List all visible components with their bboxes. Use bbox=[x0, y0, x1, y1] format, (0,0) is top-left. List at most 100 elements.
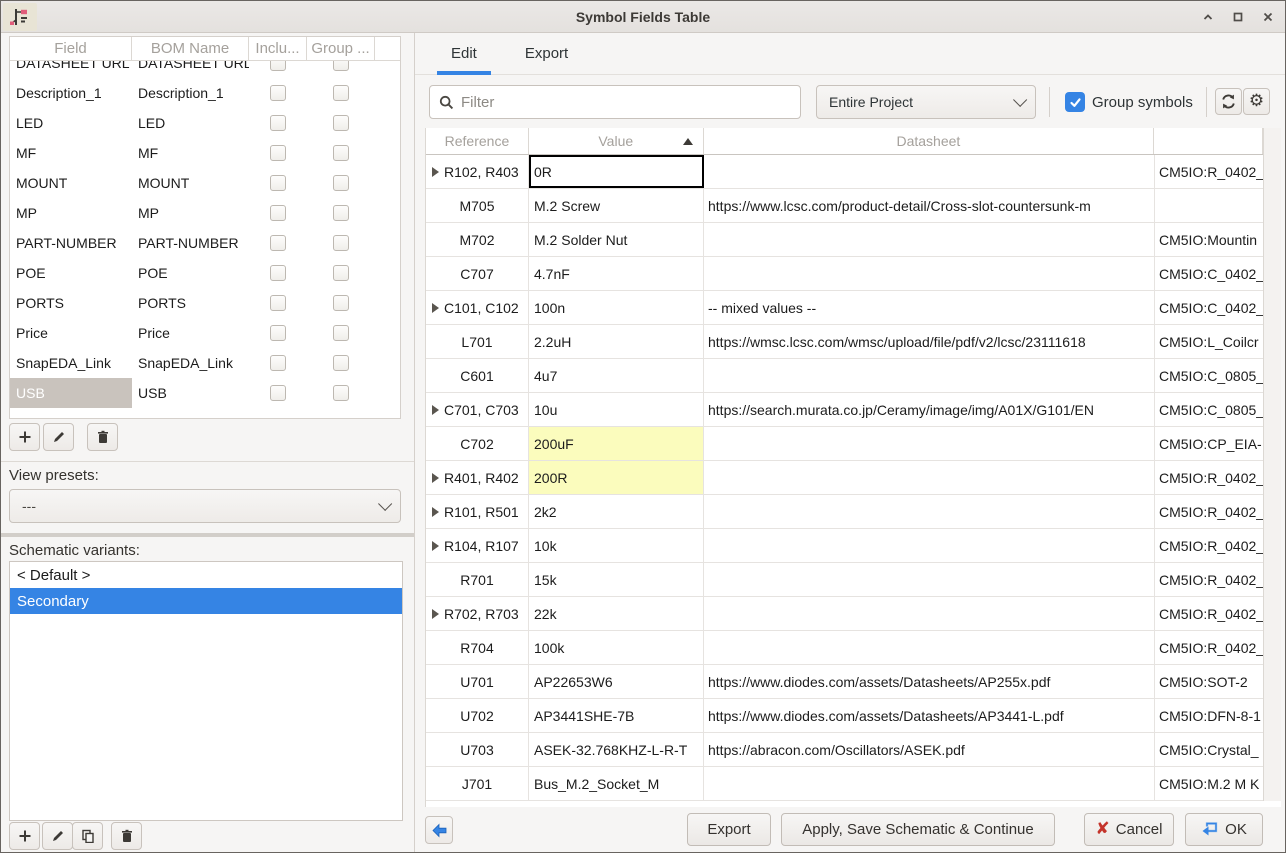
footprint-cell[interactable]: CM5IO:R_0402_ bbox=[1155, 597, 1264, 630]
include-checkbox[interactable] bbox=[270, 265, 286, 281]
group-by-checkbox[interactable] bbox=[333, 235, 349, 251]
scope-select[interactable]: Entire Project bbox=[816, 85, 1036, 119]
include-checkbox[interactable] bbox=[270, 115, 286, 131]
value-cell[interactable]: 4u7 bbox=[529, 359, 704, 392]
bom-name-cell[interactable]: SnapEDA_Link bbox=[132, 348, 249, 378]
symbol-row[interactable]: R704100kCM5IO:R_0402_ bbox=[426, 631, 1281, 665]
field-row[interactable]: MFMF bbox=[10, 138, 400, 168]
include-checkbox[interactable] bbox=[270, 85, 286, 101]
symbol-row[interactable]: R104, R10710kCM5IO:R_0402_ bbox=[426, 529, 1281, 563]
footprint-cell[interactable]: CM5IO:R_0402_ bbox=[1155, 631, 1264, 664]
field-name-cell[interactable]: SnapEDA_Link bbox=[10, 348, 132, 378]
minimize-icon[interactable] bbox=[1197, 6, 1219, 28]
footprint-cell[interactable]: CM5IO:L_Coilcr bbox=[1155, 325, 1264, 358]
field-row[interactable]: DATASHEET URLDATASHEET URL bbox=[10, 61, 400, 78]
bom-name-cell[interactable]: Price bbox=[132, 318, 249, 348]
symbol-row[interactable]: L7012.2uHhttps://wmsc.lcsc.com/wmsc/uplo… bbox=[426, 325, 1281, 359]
field-row[interactable]: Description_1Description_1 bbox=[10, 78, 400, 108]
group-by-checkbox[interactable] bbox=[333, 325, 349, 341]
field-name-cell[interactable]: MF bbox=[10, 138, 132, 168]
symbol-row[interactable]: C6014u7CM5IO:C_0805_ bbox=[426, 359, 1281, 393]
value-cell[interactable]: 10u bbox=[529, 393, 704, 426]
group-by-checkbox[interactable] bbox=[333, 61, 349, 71]
group-by-checkbox[interactable] bbox=[333, 355, 349, 371]
bom-name-cell[interactable]: MP bbox=[132, 198, 249, 228]
value-cell[interactable]: 10k bbox=[529, 529, 704, 562]
field-name-cell[interactable]: Price bbox=[10, 318, 132, 348]
column-header-value[interactable]: Value bbox=[529, 128, 704, 154]
datasheet-cell[interactable]: https://wmsc.lcsc.com/wmsc/upload/file/p… bbox=[704, 325, 1155, 358]
group-symbols-checkbox[interactable] bbox=[1065, 92, 1085, 112]
include-checkbox[interactable] bbox=[270, 325, 286, 341]
panel-sash[interactable] bbox=[1, 533, 414, 537]
symbol-row[interactable]: U703ASEK-32.768KHZ-L-R-Thttps://abracon.… bbox=[426, 733, 1281, 767]
group-by-checkbox[interactable] bbox=[333, 265, 349, 281]
maximize-icon[interactable] bbox=[1227, 6, 1249, 28]
symbol-row[interactable]: R702, R70322kCM5IO:R_0402_ bbox=[426, 597, 1281, 631]
datasheet-cell[interactable] bbox=[704, 631, 1155, 664]
expander-icon[interactable] bbox=[432, 507, 439, 517]
footprint-cell[interactable]: CM5IO:C_0402_ bbox=[1155, 257, 1264, 290]
reference-cell[interactable]: R701 bbox=[426, 563, 529, 596]
expander-icon[interactable] bbox=[432, 167, 439, 177]
datasheet-cell[interactable]: -- mixed values -- bbox=[704, 291, 1155, 324]
reference-cell[interactable]: C701, C703 bbox=[426, 393, 529, 426]
reference-cell[interactable]: R101, R501 bbox=[426, 495, 529, 528]
variant-item[interactable]: < Default > bbox=[10, 562, 402, 588]
footprint-cell[interactable]: CM5IO:DFN-8-1 bbox=[1155, 699, 1264, 732]
symbol-row[interactable]: C7074.7nFCM5IO:C_0402_ bbox=[426, 257, 1281, 291]
footprint-cell[interactable]: CM5IO:Crystal_ bbox=[1155, 733, 1264, 766]
reference-cell[interactable]: R704 bbox=[426, 631, 529, 664]
value-cell[interactable]: 15k bbox=[529, 563, 704, 596]
symbol-row[interactable]: R102, R4030RCM5IO:R_0402_ bbox=[426, 155, 1281, 189]
reference-cell[interactable]: C702 bbox=[426, 427, 529, 460]
delete-variant-button[interactable] bbox=[111, 822, 142, 850]
footprint-cell[interactable]: CM5IO:Mountin bbox=[1155, 223, 1264, 256]
field-name-cell[interactable]: PART-NUMBER bbox=[10, 228, 132, 258]
value-cell[interactable]: M.2 Solder Nut bbox=[529, 223, 704, 256]
reference-cell[interactable]: R104, R107 bbox=[426, 529, 529, 562]
add-variant-button[interactable] bbox=[9, 822, 40, 850]
footprint-cell[interactable]: CM5IO:C_0805_ bbox=[1155, 393, 1264, 426]
bom-name-cell[interactable]: PORTS bbox=[132, 288, 249, 318]
bom-name-cell[interactable]: USB bbox=[132, 378, 249, 408]
column-header-include[interactable]: Inclu... bbox=[249, 37, 307, 60]
back-button[interactable] bbox=[425, 816, 453, 844]
delete-field-button[interactable] bbox=[87, 423, 118, 451]
close-icon[interactable] bbox=[1257, 6, 1279, 28]
refresh-button[interactable] bbox=[1215, 88, 1242, 115]
datasheet-cell[interactable] bbox=[704, 529, 1155, 562]
field-row[interactable]: SnapEDA_LinkSnapEDA_Link bbox=[10, 348, 400, 378]
group-by-checkbox[interactable] bbox=[333, 115, 349, 131]
column-header-reference[interactable]: Reference bbox=[426, 128, 529, 154]
bom-name-cell[interactable]: DATASHEET URL bbox=[132, 61, 249, 78]
field-name-cell[interactable]: MOUNT bbox=[10, 168, 132, 198]
include-checkbox[interactable] bbox=[270, 145, 286, 161]
field-row[interactable]: PART-NUMBERPART-NUMBER bbox=[10, 228, 400, 258]
symbol-row[interactable]: U702AP3441SHE-7Bhttps://www.diodes.com/a… bbox=[426, 699, 1281, 733]
field-name-cell[interactable]: LED bbox=[10, 108, 132, 138]
footprint-cell[interactable]: CM5IO:R_0402_ bbox=[1155, 495, 1264, 528]
symbol-row[interactable]: U701AP22653W6https://www.diodes.com/asse… bbox=[426, 665, 1281, 699]
footprint-cell[interactable]: CM5IO:C_0402_ bbox=[1155, 291, 1264, 324]
symbol-row[interactable]: J701Bus_M.2_Socket_MCM5IO:M.2 M K bbox=[426, 767, 1281, 801]
group-by-checkbox[interactable] bbox=[333, 385, 349, 401]
view-presets-select[interactable]: --- bbox=[9, 489, 401, 523]
apply-save-continue-button[interactable]: Apply, Save Schematic & Continue bbox=[781, 813, 1055, 846]
datasheet-cell[interactable] bbox=[704, 155, 1155, 188]
value-cell[interactable]: AP22653W6 bbox=[529, 665, 704, 698]
column-header-group-by[interactable]: Group ... bbox=[307, 37, 375, 60]
symbol-row[interactable]: C701, C70310uhttps://search.murata.co.jp… bbox=[426, 393, 1281, 427]
field-row[interactable]: LEDLED bbox=[10, 108, 400, 138]
value-cell[interactable]: Bus_M.2_Socket_M bbox=[529, 767, 704, 800]
include-checkbox[interactable] bbox=[270, 355, 286, 371]
settings-button[interactable]: ⚙ bbox=[1243, 88, 1270, 115]
datasheet-cell[interactable] bbox=[704, 223, 1155, 256]
datasheet-cell[interactable] bbox=[704, 461, 1155, 494]
value-cell[interactable]: AP3441SHE-7B bbox=[529, 699, 704, 732]
group-by-checkbox[interactable] bbox=[333, 175, 349, 191]
include-checkbox[interactable] bbox=[270, 385, 286, 401]
reference-cell[interactable]: C707 bbox=[426, 257, 529, 290]
footprint-cell[interactable]: CM5IO:C_0805_ bbox=[1155, 359, 1264, 392]
column-header-footprint[interactable] bbox=[1154, 128, 1263, 154]
